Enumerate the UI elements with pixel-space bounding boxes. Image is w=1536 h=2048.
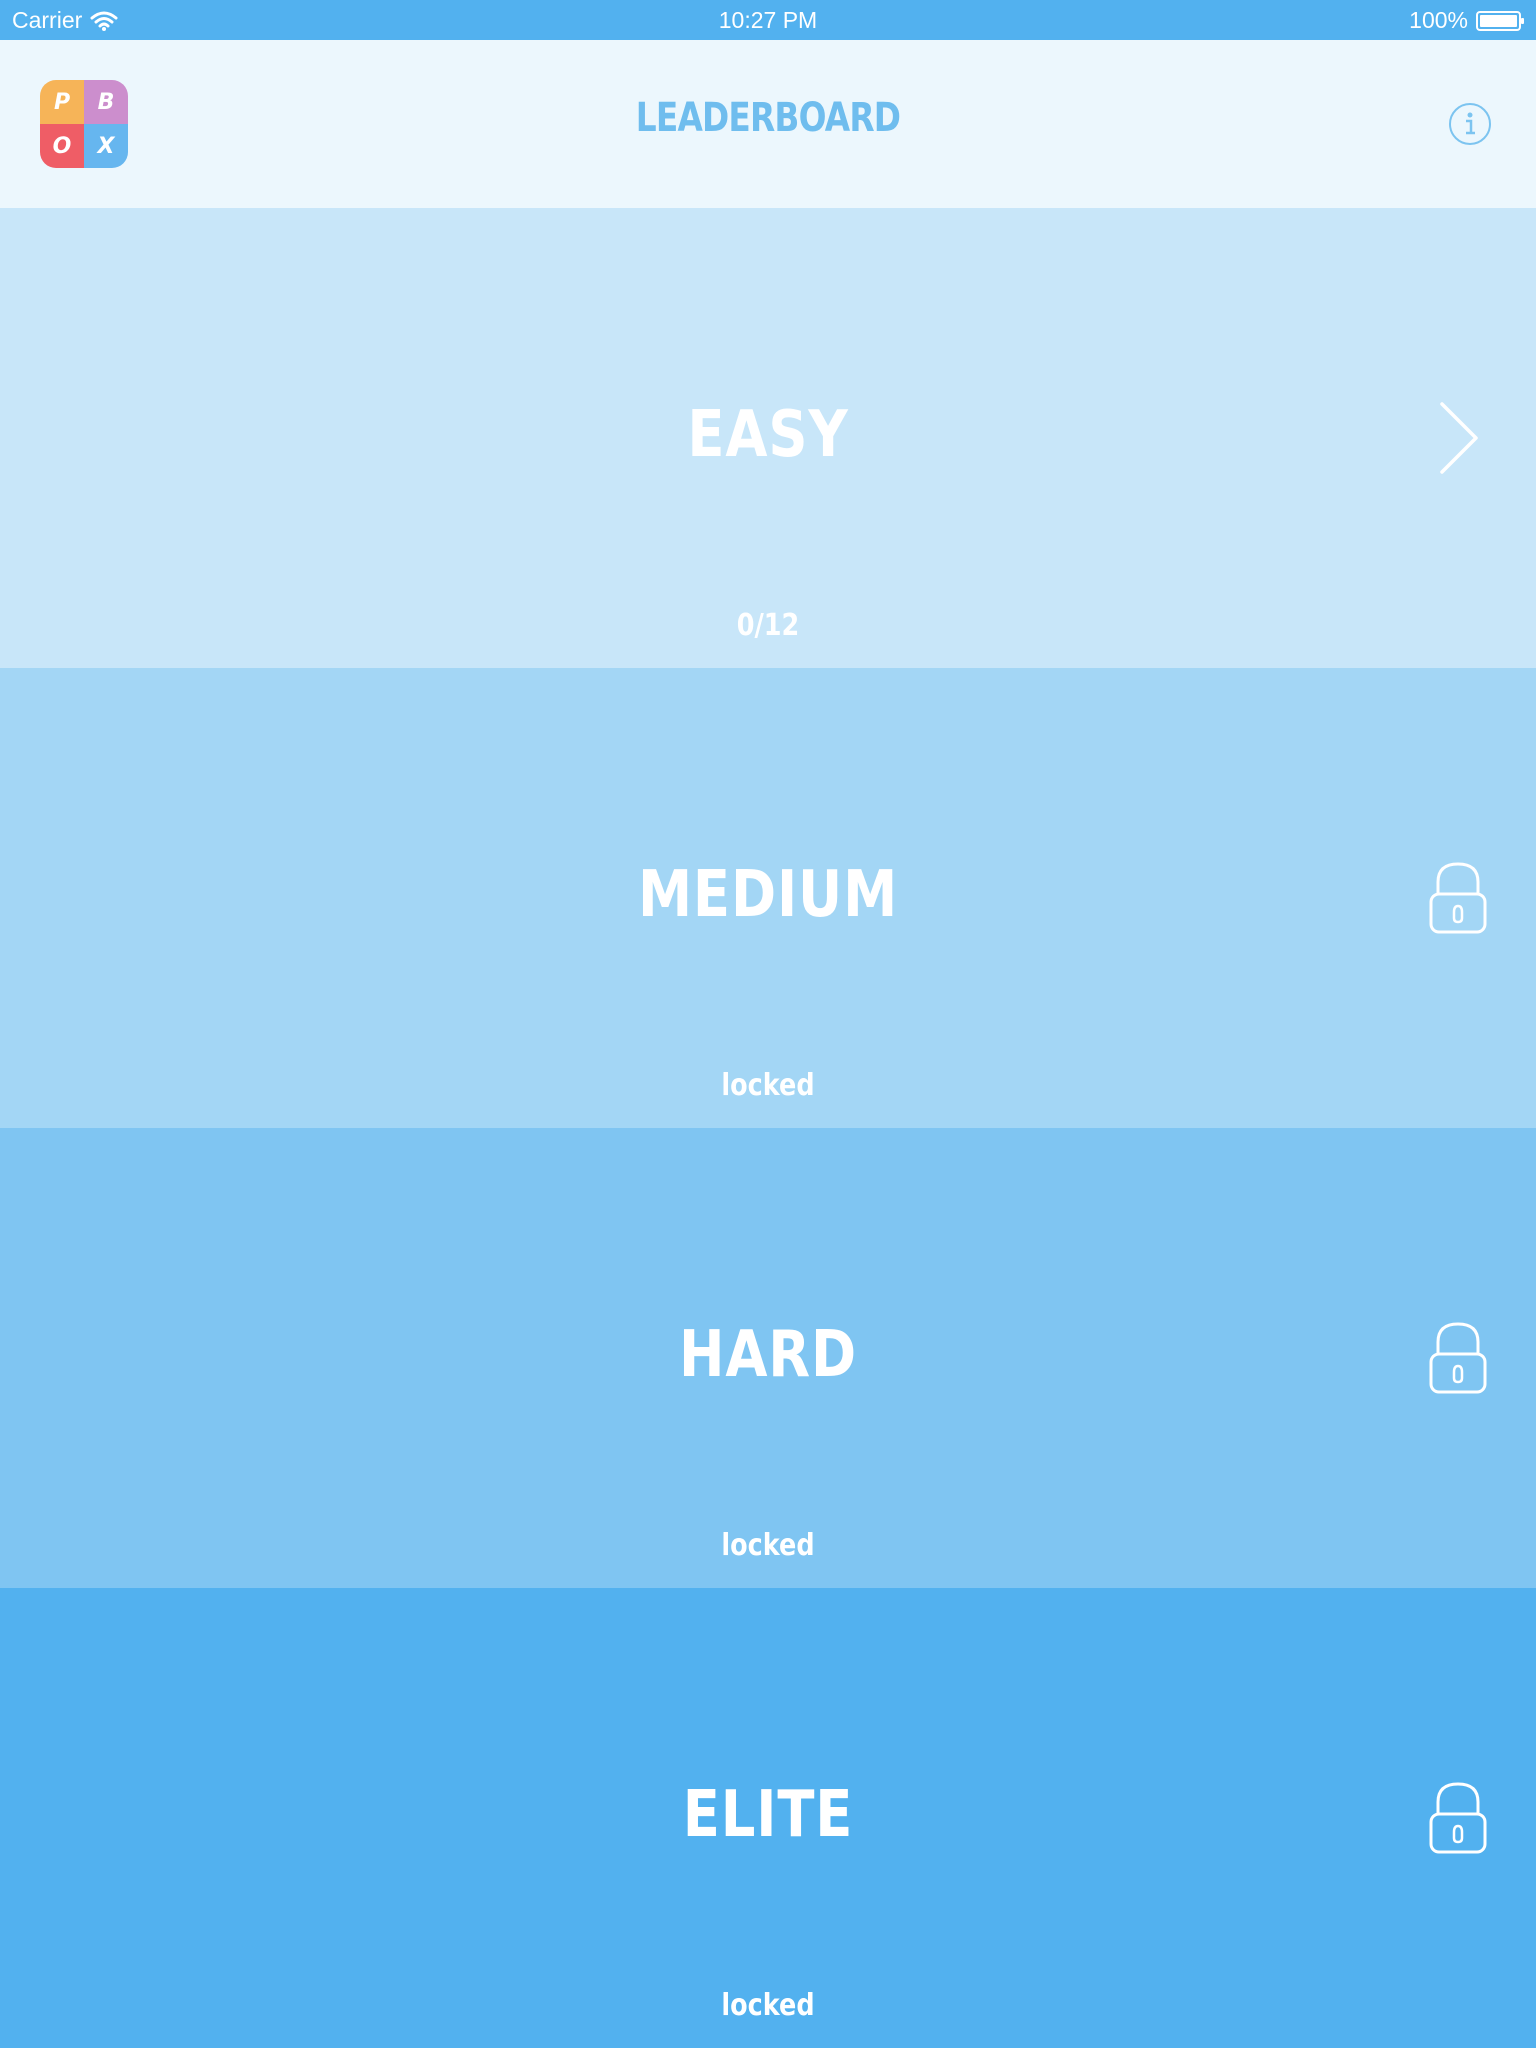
logo-letter-b: B — [84, 80, 128, 124]
level-name: EASY — [687, 398, 849, 472]
level-name: MEDIUM — [637, 858, 899, 932]
battery-percent: 100% — [1409, 7, 1468, 33]
leaderboard-screen: Carrier 10:27 PM 100% P B O X LEADERBOAR… — [0, 0, 1536, 2048]
lock-icon — [1428, 1320, 1488, 1396]
app-logo[interactable]: P B O X — [40, 80, 128, 168]
lock-icon — [1428, 1780, 1488, 1856]
lock-icon — [1428, 860, 1488, 936]
logo-letter-x: X — [84, 124, 128, 168]
level-row-hard[interactable]: HARD locked — [0, 1128, 1536, 1588]
status-time: 10:27 PM — [718, 7, 818, 33]
battery-indicator: 100% — [1409, 7, 1526, 34]
level-row-easy[interactable]: EASY 0/12 — [0, 208, 1536, 668]
battery-icon — [1476, 10, 1526, 32]
level-status: locked — [721, 1528, 815, 1563]
logo-letter-o: O — [40, 124, 84, 168]
page-title: LEADERBOARD — [635, 95, 901, 141]
level-name: HARD — [678, 1318, 858, 1392]
level-progress: 0/12 — [736, 608, 800, 643]
level-status: locked — [721, 1068, 815, 1103]
level-row-medium[interactable]: MEDIUM locked — [0, 668, 1536, 1128]
level-row-elite[interactable]: ELITE locked — [0, 1588, 1536, 2048]
info-icon — [1449, 103, 1491, 145]
chevron-right-icon — [1428, 400, 1488, 476]
level-status: locked — [721, 1988, 815, 2023]
logo-letter-p: P — [40, 80, 84, 124]
info-button[interactable] — [1448, 102, 1492, 146]
status-bar: Carrier 10:27 PM 100% — [0, 0, 1536, 40]
level-list: EASY 0/12 MEDIUM locked HARD locked ELIT… — [0, 208, 1536, 2048]
level-name: ELITE — [682, 1778, 854, 1852]
header: P B O X LEADERBOARD — [0, 40, 1536, 208]
